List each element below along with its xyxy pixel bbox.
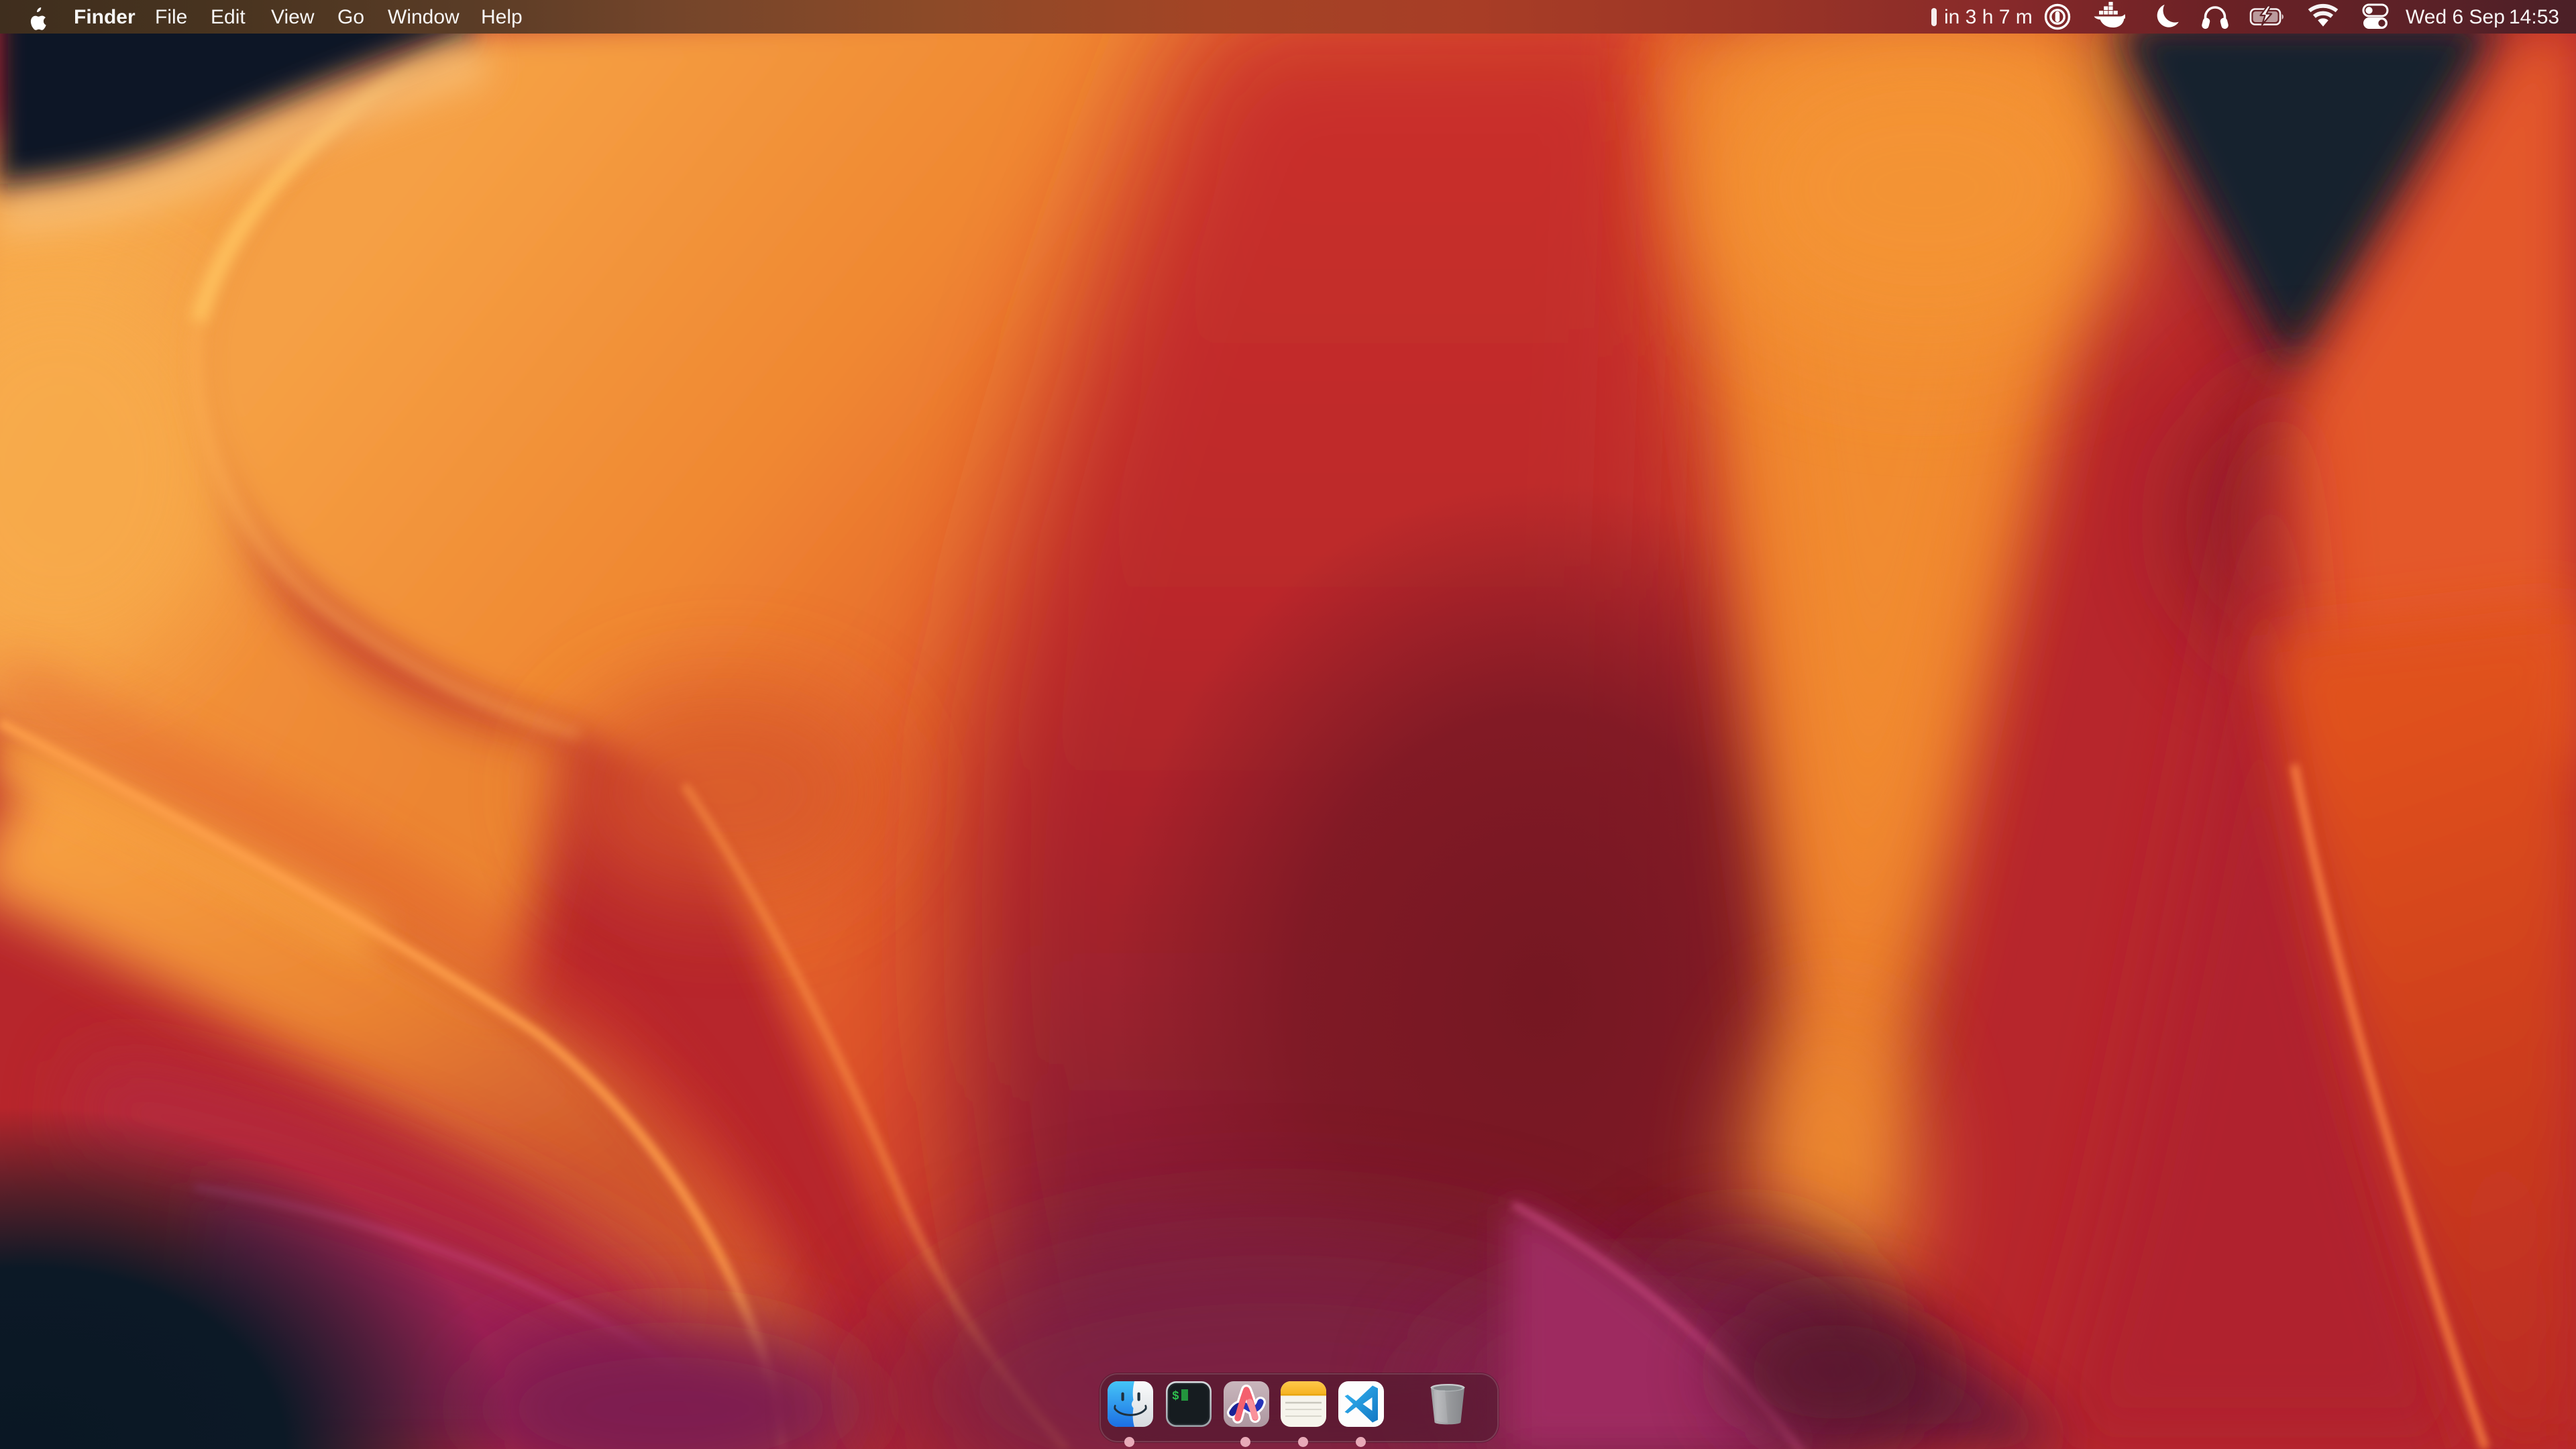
svg-text:$: $ xyxy=(1172,1390,1179,1403)
